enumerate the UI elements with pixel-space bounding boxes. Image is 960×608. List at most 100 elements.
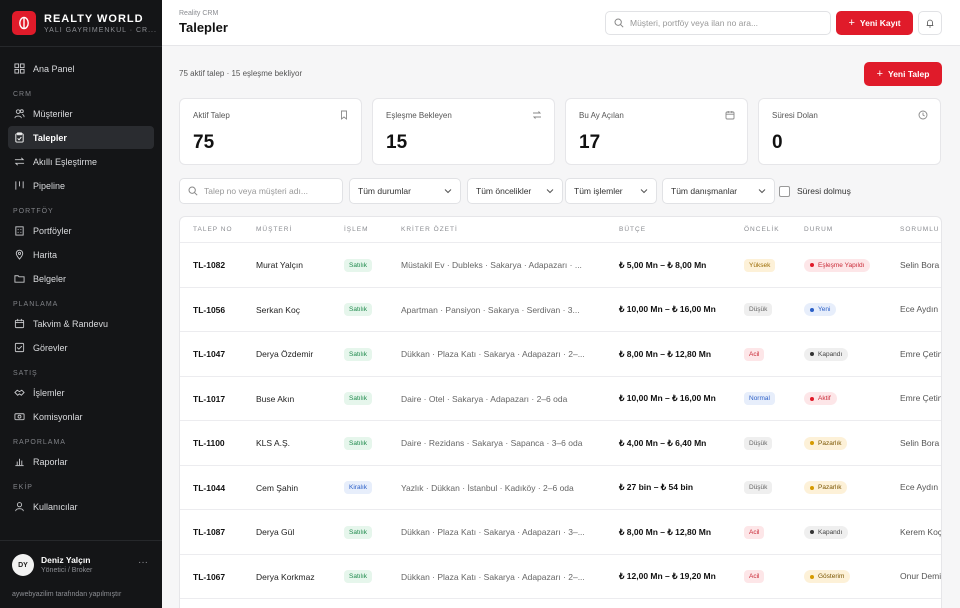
- customer-name[interactable]: Murat Yalçın: [256, 243, 303, 287]
- table-row[interactable]: TL-1044 Cem Şahin Kiralık Yazlık · Dükkan ·…: [180, 466, 941, 510]
- sidebar-item[interactable]: Görevler: [8, 336, 154, 359]
- status-filter-select[interactable]: Tüm durumlar: [349, 178, 461, 204]
- breadcrumb[interactable]: Reality CRM: [179, 10, 218, 17]
- sidebar-item[interactable]: Harita: [8, 243, 154, 266]
- brand-mark-icon: [12, 11, 36, 35]
- chevron-down-icon: [640, 189, 648, 194]
- sidebar-item-label: Ana Panel: [33, 63, 75, 74]
- sidebar-item-label: Raporlar: [33, 456, 68, 467]
- status-dot-icon: [810, 396, 814, 401]
- column-header-owner[interactable]: SORUMLU: [900, 217, 940, 242]
- status-dot-icon: [810, 352, 814, 356]
- transaction-filter-select[interactable]: Tüm işlemler: [565, 178, 657, 204]
- sidebar-item[interactable]: Ana Panel: [8, 57, 154, 80]
- sidebar-item-label: Akıllı Eşleştirme: [33, 156, 98, 167]
- customer-name[interactable]: Serkan Koç: [256, 288, 300, 332]
- expired-filter[interactable]: Süresi dolmuş: [779, 178, 851, 204]
- column-header-budget[interactable]: BÜTÇE: [619, 217, 646, 242]
- column-header-transaction[interactable]: İŞLEM: [344, 217, 369, 242]
- priority-badge: Acil: [744, 525, 765, 539]
- transaction-cell: Satılık: [344, 377, 373, 421]
- chevron-down-icon: [444, 189, 452, 194]
- sidebar-item-label: Komisyonlar: [33, 411, 83, 422]
- search-icon: [614, 18, 624, 28]
- status-label: Pazarlık: [818, 484, 842, 491]
- priority-cell: Acil: [744, 332, 765, 376]
- priority-cell: Acil: [744, 555, 765, 599]
- sidebar-item[interactable]: İşlemler: [8, 381, 154, 404]
- folder-icon: [14, 275, 25, 283]
- request-search[interactable]: [179, 178, 343, 204]
- plus-icon: +: [848, 17, 855, 29]
- status-cell: Yeni: [804, 288, 837, 332]
- priority-badge: Düşük: [744, 481, 773, 494]
- table-row[interactable]: TL-1047 Derya Özdemir Satılık Dükkan · Plaz…: [180, 332, 941, 377]
- new-record-button[interactable]: + Yeni Kayıt: [836, 11, 913, 35]
- customer-name[interactable]: Cem Şahin: [256, 466, 298, 510]
- users-icon: [14, 109, 25, 119]
- sidebar-item-label: Harita: [33, 249, 58, 260]
- sidebar-item[interactable]: Belgeler: [8, 267, 154, 290]
- status-dot-icon: [810, 485, 814, 490]
- sidebar-item-label: Müşteriler: [33, 108, 73, 119]
- request-id[interactable]: TL-1056: [193, 288, 225, 332]
- priority-cell: Acil: [744, 510, 765, 554]
- sidebar-item-label: İşlemler: [33, 387, 65, 398]
- status-dot-icon: [810, 307, 814, 312]
- sidebar-divider: [0, 46, 162, 47]
- request-search-input[interactable]: [204, 186, 334, 196]
- customer-name[interactable]: Derya Gül: [256, 510, 294, 554]
- priority-badge: Yüksek: [744, 258, 776, 272]
- notifications-button[interactable]: [918, 11, 942, 35]
- customer-name[interactable]: KLS A.Ş.: [256, 421, 290, 465]
- sidebar-item[interactable]: Kullanıcılar: [8, 495, 154, 518]
- new-request-button[interactable]: + Yeni Talep: [864, 62, 942, 86]
- sidebar-item[interactable]: Takvim & Randevu: [8, 312, 154, 335]
- table-row[interactable]: TL-1017 Buse Akın Satılık Daire · Otel · Sa…: [180, 377, 941, 421]
- table-row[interactable]: TL-1100 KLS A.Ş. Satılık Daire · Rezidans ·…: [180, 421, 941, 466]
- column-header-customer[interactable]: MÜŞTERİ: [256, 217, 292, 242]
- table-row[interactable]: TL-1067 Derya Korkmaz Satılık Dükkan · Plaz…: [180, 555, 941, 599]
- global-search[interactable]: [605, 11, 831, 35]
- consultant-filter-select[interactable]: Tüm danışmanlar: [662, 178, 775, 204]
- column-header-status[interactable]: DURUM: [804, 217, 833, 242]
- sidebar-item[interactable]: Pipeline: [8, 174, 154, 197]
- user-profile[interactable]: DY Deniz Yalçın Yönetici / Broker ··· ay…: [0, 540, 162, 608]
- grid-icon: [14, 63, 25, 74]
- avatar[interactable]: DY: [12, 554, 34, 576]
- sidebar-item[interactable]: Müşteriler: [8, 102, 154, 125]
- request-id[interactable]: TL-1044: [193, 466, 225, 510]
- column-header-id[interactable]: TALEP NO: [193, 217, 233, 242]
- sidebar-item[interactable]: Komisyonlar: [8, 405, 154, 428]
- transaction-cell: Satılık: [344, 332, 373, 376]
- customer-name[interactable]: Derya Özdemir: [256, 332, 313, 376]
- sidebar-item[interactable]: Talepler: [8, 126, 154, 149]
- request-id[interactable]: TL-1047: [193, 332, 225, 376]
- customer-name[interactable]: Buse Akın: [256, 377, 294, 421]
- table-row[interactable]: TL-1056 Serkan Koç Satılık Apartman · Pansi…: [180, 288, 941, 332]
- column-header-criteria[interactable]: KRİTER ÖZETİ: [401, 217, 458, 242]
- budget-range: ₺ 5,00 Mn – ₺ 8,00 Mn: [619, 259, 707, 270]
- request-id[interactable]: TL-1082: [193, 243, 225, 287]
- table-row[interactable]: TL-1082 Murat Yalçın Satılık Müstakil Ev · …: [180, 243, 941, 288]
- status-label: Yeni: [818, 306, 831, 313]
- column-header-priority[interactable]: ÖNCELİK: [744, 217, 780, 242]
- request-id[interactable]: TL-1067: [193, 555, 225, 599]
- customer-name[interactable]: Derya Korkmaz: [256, 555, 315, 599]
- sidebar-item[interactable]: Akıllı Eşleştirme: [8, 150, 154, 173]
- brand-logo[interactable]: REALTY WORLD YALI GAYRIMENKUL · CR...: [12, 11, 157, 35]
- request-id[interactable]: TL-1017: [193, 377, 225, 421]
- sidebar-item[interactable]: Raporlar: [8, 450, 154, 473]
- request-id[interactable]: TL-1100: [193, 421, 225, 465]
- more-options-icon[interactable]: ···: [138, 557, 148, 568]
- table-row[interactable]: TL-1087 Derya Gül Satılık Dükkan · Plaza Ka…: [180, 510, 941, 555]
- global-search-input[interactable]: [630, 18, 820, 28]
- consultant-filter-value: Tüm danışmanlar: [671, 186, 738, 196]
- budget-range: ₺ 27 bin – ₺ 54 bin: [619, 482, 694, 492]
- status-cell: Pazarlık: [804, 466, 848, 510]
- priority-filter-select[interactable]: Tüm öncelikler: [467, 178, 563, 204]
- expired-checkbox[interactable]: [779, 185, 790, 197]
- request-id[interactable]: TL-1087: [193, 510, 225, 554]
- sidebar-item[interactable]: Portföyler: [8, 219, 154, 242]
- priority-cell: Yüksek: [744, 243, 776, 287]
